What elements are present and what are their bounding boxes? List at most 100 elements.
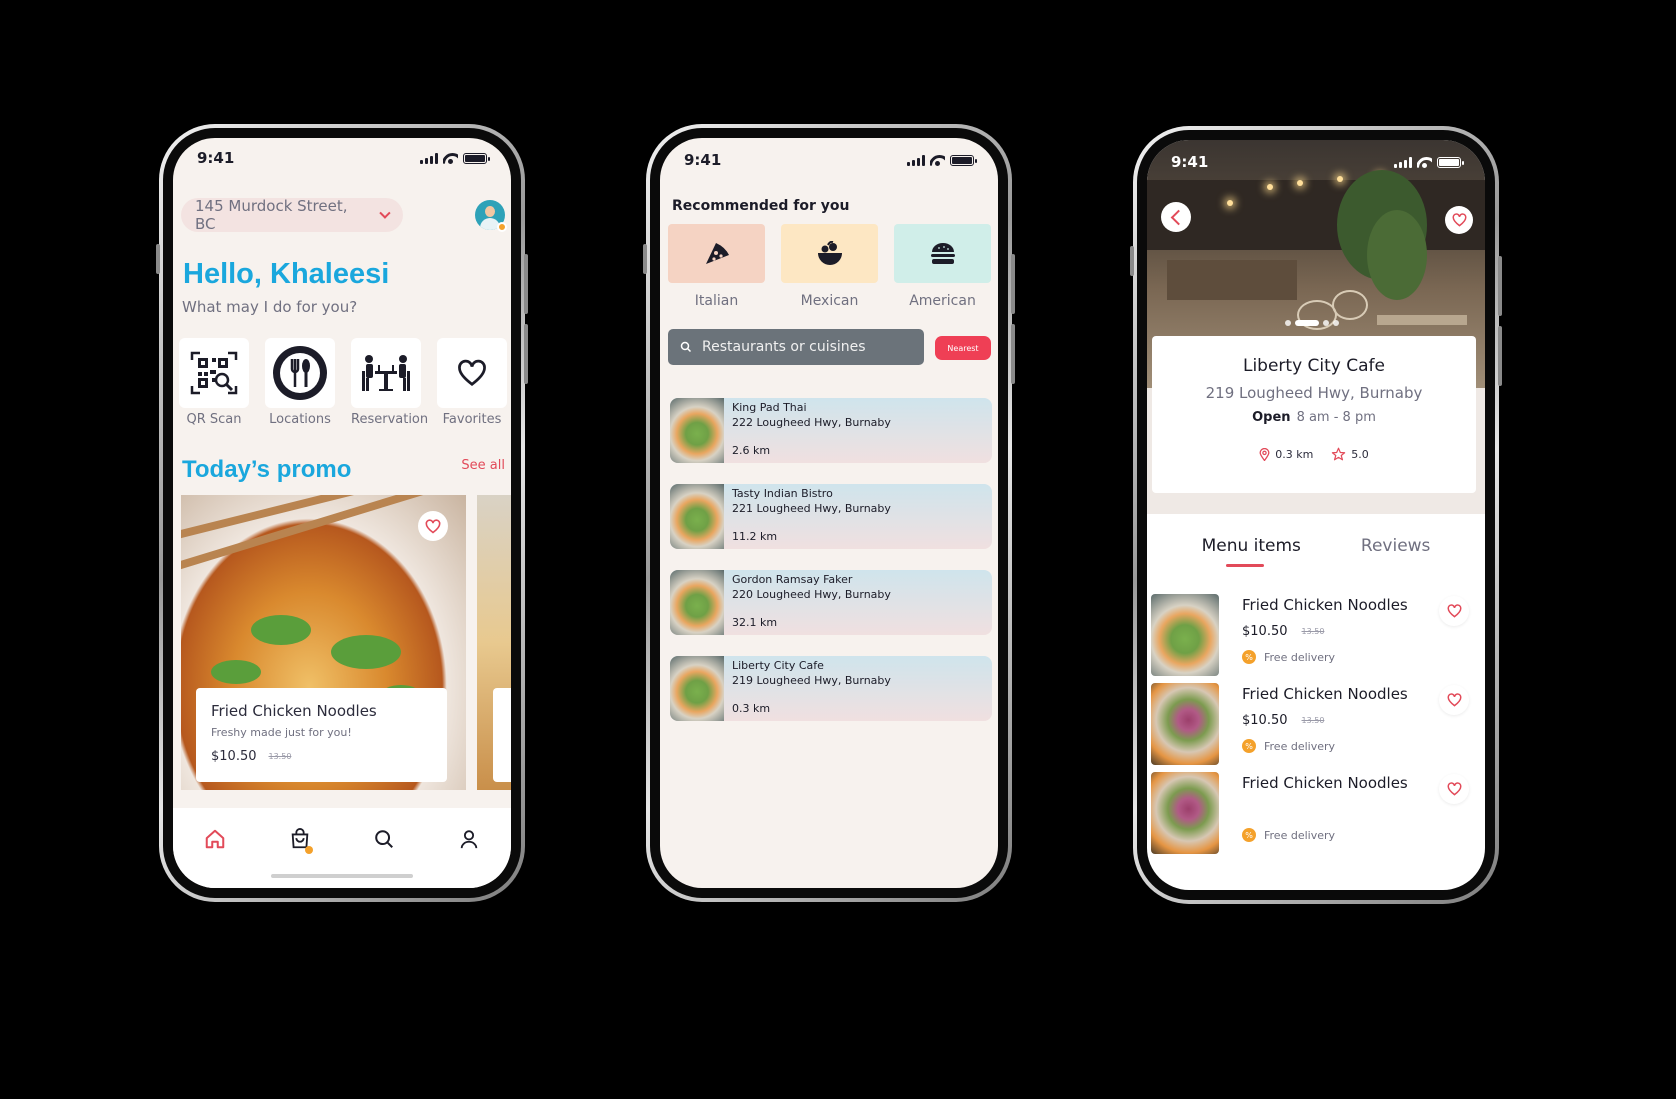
salad-bowl-icon <box>817 240 842 265</box>
menu-item-favorite-button[interactable] <box>1439 685 1469 715</box>
restaurant-distance: 32.1 km <box>732 616 778 629</box>
menu-item[interactable]: Fried Chicken Noodles % Free delivery <box>1151 772 1477 861</box>
restaurant-item[interactable]: King Pad Thai 222 Lougheed Hwy, Burnaby 2… <box>670 398 992 463</box>
promo-item-title: Fried Chicken Noodles <box>211 702 377 720</box>
promo-info-card-next[interactable] <box>493 688 511 782</box>
promo-favorite-button[interactable] <box>418 511 448 541</box>
discount-icon: % <box>1242 828 1256 842</box>
side-button <box>1011 324 1015 384</box>
side-button <box>524 254 528 314</box>
sort-nearest-button[interactable]: Nearest <box>935 336 991 360</box>
mute-switch <box>1130 246 1134 276</box>
signal-icon <box>420 152 438 164</box>
status-bar: 9:41 <box>173 138 511 178</box>
restaurant-list: King Pad Thai 222 Lougheed Hwy, Burnaby 2… <box>670 398 992 742</box>
restaurant-distance: 0.3 km <box>1275 447 1314 461</box>
back-button[interactable] <box>1161 202 1191 232</box>
signal-icon <box>907 154 925 166</box>
action-favorites[interactable]: Favorites <box>437 338 507 427</box>
recommended-title: Recommended for you <box>672 198 850 214</box>
battery-icon <box>950 154 977 166</box>
cuisine-american[interactable]: American <box>894 224 991 309</box>
restaurant-address: 222 Lougheed Hwy, Burnaby <box>732 416 891 429</box>
cart-badge <box>304 846 313 854</box>
detail-tabs: Menu items Reviews <box>1147 536 1485 567</box>
cuisine-mexican[interactable]: Mexican <box>781 224 878 309</box>
greeting-subtitle: What may I do for you? <box>182 298 358 316</box>
action-reservation[interactable]: Reservation <box>351 338 428 427</box>
wifi-icon <box>1417 157 1432 168</box>
dining-table-icon <box>362 355 410 391</box>
location-pin-icon <box>1259 447 1270 461</box>
greeting-title: Hello, Khaleesi <box>183 258 390 290</box>
bezel: 9:41 Recommended for you Italian Mexican… <box>650 128 1008 898</box>
mute-switch <box>156 244 160 274</box>
open-status: Open <box>1252 410 1291 425</box>
menu-item-name: Fried Chicken Noodles <box>1242 685 1408 703</box>
action-locations[interactable]: Locations <box>265 338 335 427</box>
status-time: 9:41 <box>1171 153 1209 171</box>
menu-item-favorite-button[interactable] <box>1439 596 1469 626</box>
promo-info-card[interactable]: Fried Chicken Noodles Freshy made just f… <box>196 688 447 782</box>
tab-label: Menu items <box>1201 536 1301 556</box>
restaurant-address: 220 Lougheed Hwy, Burnaby <box>732 588 891 601</box>
menu-list: Fried Chicken Noodles $10.50 13.50 % Free … <box>1151 594 1477 861</box>
restaurant-distance: 0.3 km <box>732 702 771 715</box>
tab-search[interactable] <box>369 824 399 854</box>
heart-icon <box>1447 782 1461 796</box>
heart-icon <box>425 518 441 534</box>
avatar-status-dot <box>497 222 507 232</box>
address-selector[interactable]: 145 Murdock Street, BC <box>181 197 403 233</box>
heart-icon <box>1447 693 1461 707</box>
restaurant-address: 219 Lougheed Hwy, Burnaby <box>1205 384 1423 402</box>
menu-item-image <box>1151 772 1219 854</box>
discount-icon: % <box>1242 739 1256 753</box>
profile-icon <box>460 830 477 849</box>
menu-item[interactable]: Fried Chicken Noodles $10.50 13.50 % Free … <box>1151 594 1477 683</box>
menu-item-name: Fried Chicken Noodles <box>1242 774 1408 792</box>
battery-icon <box>463 152 490 164</box>
menu-item[interactable]: Fried Chicken Noodles $10.50 13.50 % Free … <box>1151 683 1477 772</box>
restaurant-distance: 11.2 km <box>732 530 778 543</box>
tab-label: Reviews <box>1360 536 1431 556</box>
side-button <box>1498 256 1502 316</box>
status-time: 9:41 <box>197 149 235 167</box>
menu-item-favorite-button[interactable] <box>1439 774 1469 804</box>
search-icon <box>680 341 692 353</box>
restaurant-address: 219 Lougheed Hwy, Burnaby <box>732 674 891 687</box>
home-icon <box>205 829 225 849</box>
restaurant-thumbnail <box>670 398 724 463</box>
search-screen: 9:41 Recommended for you Italian Mexican… <box>660 138 998 888</box>
tab-profile[interactable] <box>454 824 484 854</box>
restaurant-item[interactable]: Tasty Indian Bistro 221 Lougheed Hwy, Bur… <box>670 484 992 549</box>
restaurant-distance: 2.6 km <box>732 444 771 457</box>
see-all-link[interactable]: See all <box>461 458 505 473</box>
action-label: Favorites <box>442 412 502 427</box>
signal-icon <box>1394 156 1412 168</box>
menu-item-old-price: 13.50 <box>1301 627 1325 636</box>
detail-screen: 9:41 Liberty City Cafe 219 Lougheed Hwy,… <box>1147 140 1485 890</box>
restaurant-item[interactable]: Liberty City Cafe 219 Lougheed Hwy, Burna… <box>670 656 992 721</box>
search-input[interactable]: Restaurants or cuisines <box>668 329 924 365</box>
tab-cart[interactable] <box>285 824 315 854</box>
action-qr-scan[interactable]: QR Scan <box>179 338 249 427</box>
heart-icon <box>458 359 486 386</box>
status-bar: 9:41 <box>1147 142 1485 182</box>
side-button <box>524 324 528 384</box>
tab-reviews[interactable]: Reviews <box>1361 536 1431 556</box>
active-tab-indicator <box>1225 564 1264 567</box>
status-bar: 9:41 <box>660 140 998 180</box>
menu-item-old-price: 13.50 <box>1301 716 1325 725</box>
tab-home[interactable] <box>200 824 230 854</box>
bezel: 9:41 Liberty City Cafe 219 Lougheed Hwy,… <box>1137 130 1495 900</box>
cuisine-name: Mexican <box>800 293 859 309</box>
phone-home: 9:41 145 Murdock Street, BC Hello, Khale… <box>156 124 528 902</box>
bezel: 9:41 145 Murdock Street, BC Hello, Khale… <box>163 128 521 898</box>
restaurant-item[interactable]: Gordon Ramsay Faker 220 Lougheed Hwy, Bur… <box>670 570 992 635</box>
cuisine-italian[interactable]: Italian <box>668 224 765 309</box>
home-indicator <box>271 874 413 878</box>
carousel-dots[interactable] <box>1285 320 1339 326</box>
promo-old-price: 13.50 <box>268 752 292 761</box>
tab-menu-items[interactable]: Menu items <box>1201 536 1301 567</box>
favorite-restaurant-button[interactable] <box>1445 206 1473 234</box>
